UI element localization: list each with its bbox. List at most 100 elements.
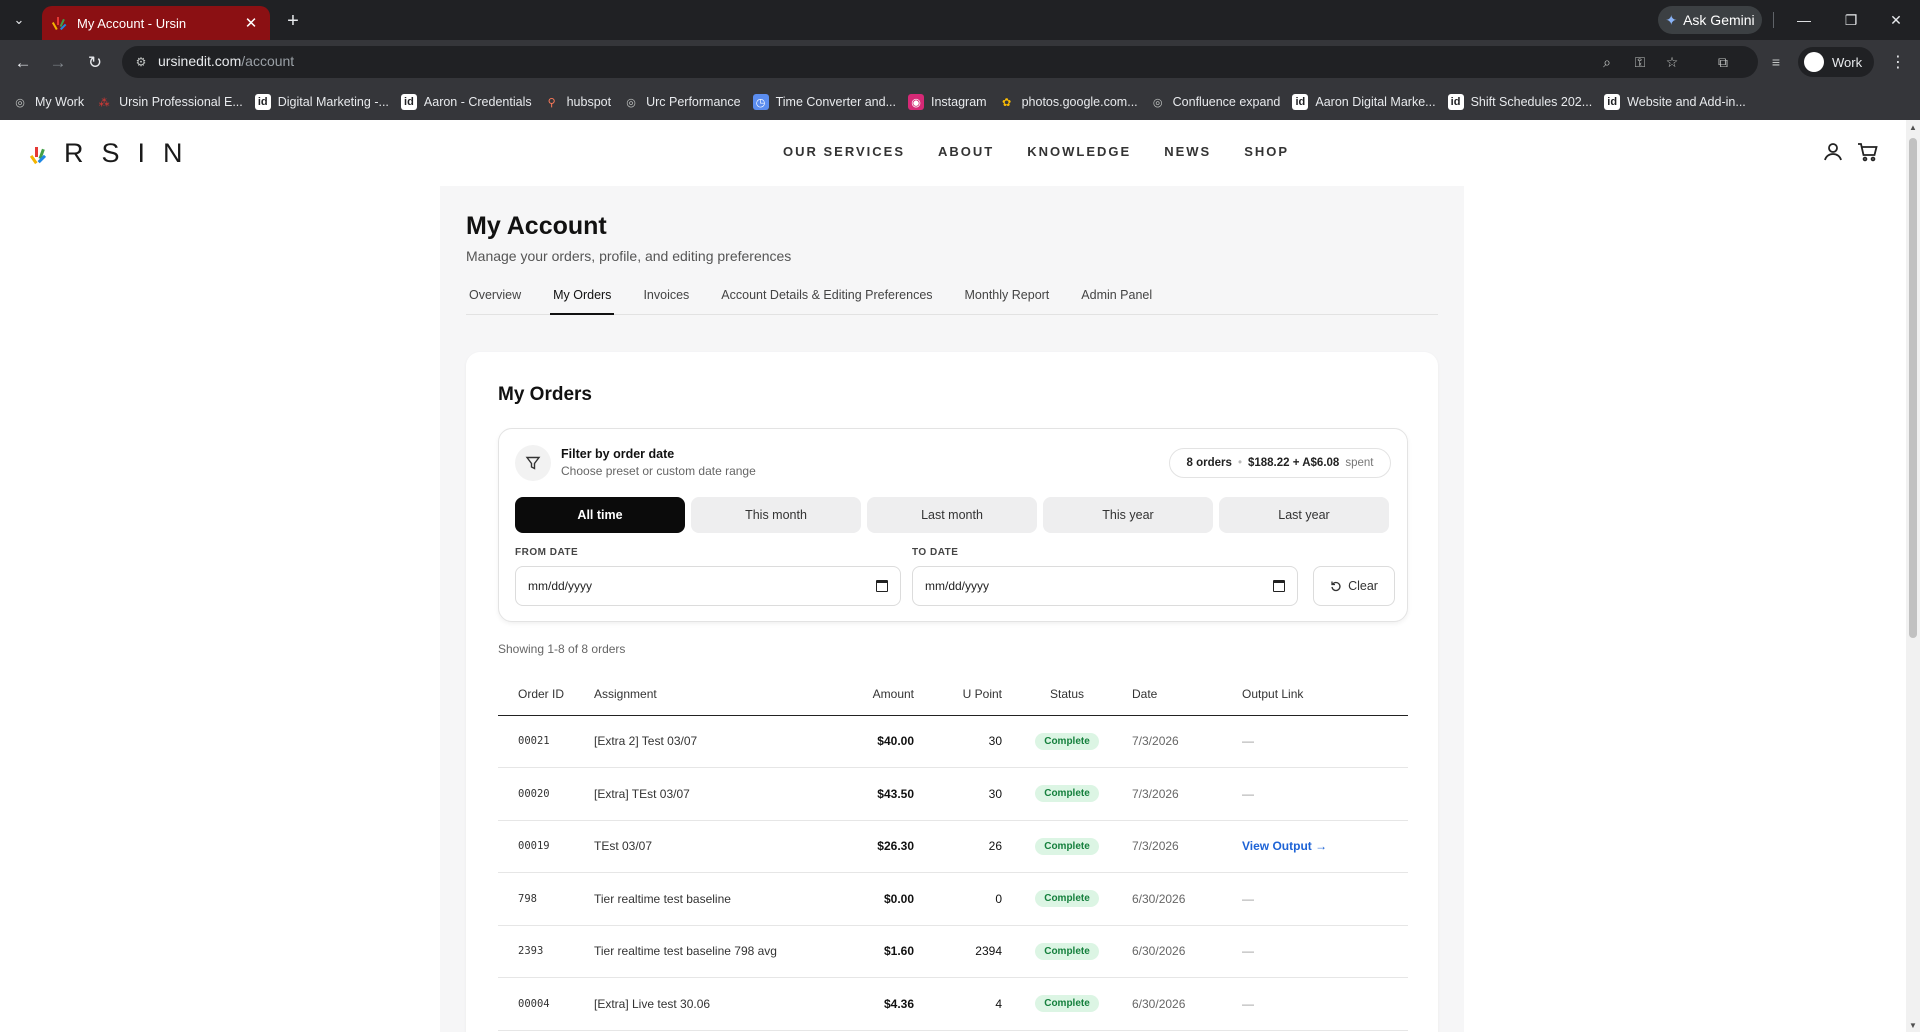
to-date-value: mm/dd/yyyy: [925, 579, 990, 593]
minimize-icon[interactable]: —: [1791, 8, 1817, 32]
bookmark-star-icon[interactable]: ☆: [1661, 51, 1683, 73]
order-amount: $1.60: [824, 925, 914, 978]
calendar-icon[interactable]: [1273, 580, 1285, 592]
nav-our-services[interactable]: OUR SERVICES: [783, 144, 905, 159]
site-logo[interactable]: RSIN: [28, 138, 201, 169]
reload-icon[interactable]: ↻: [82, 50, 108, 76]
preset-all-time[interactable]: All time: [515, 497, 685, 533]
bookmark-item[interactable]: id Aaron Digital Marke...: [1292, 89, 1447, 115]
zoom-icon[interactable]: ⌕: [1596, 51, 1618, 73]
order-u-point: 4: [914, 977, 1002, 1031]
calendar-icon[interactable]: [876, 580, 888, 592]
nav-news[interactable]: NEWS: [1164, 144, 1211, 159]
tab-close-icon[interactable]: ✕: [242, 14, 260, 32]
user-account-icon[interactable]: [1821, 140, 1845, 164]
media-queue-icon[interactable]: ≡: [1765, 51, 1787, 73]
view-output-link[interactable]: View Output →: [1242, 839, 1327, 853]
bookmark-item[interactable]: id Shift Schedules 202...: [1447, 89, 1605, 115]
password-key-icon[interactable]: ⚿: [1629, 51, 1651, 73]
order-id: 00019: [498, 820, 594, 873]
doc-icon: id: [1604, 94, 1621, 110]
bookmark-label: Digital Marketing -...: [277, 95, 389, 109]
order-output-cell: View Output →: [1242, 820, 1408, 873]
summary-suffix: spent: [1345, 457, 1374, 469]
bookmark-label: photos.google.com...: [1021, 95, 1138, 109]
bookmark-item[interactable]: ◉ Instagram: [908, 89, 999, 115]
restore-icon[interactable]: ❐: [1838, 8, 1864, 32]
address-bar[interactable]: [122, 46, 1758, 78]
preset-last-month[interactable]: Last month: [867, 497, 1037, 533]
window-close-icon[interactable]: ✕: [1883, 8, 1909, 32]
browser-menu-icon[interactable]: ⋮: [1886, 50, 1910, 74]
bookmark-item[interactable]: ✿ photos.google.com...: [999, 89, 1150, 115]
tab-search-chevron-icon[interactable]: ⌄: [6, 7, 32, 33]
profile-label: Work: [1832, 54, 1863, 70]
table-row: 00004 [Extra] Live test 30.06 $4.36 4 Co…: [498, 977, 1408, 1031]
tab-admin-panel[interactable]: Admin Panel: [1078, 282, 1155, 315]
forward-arrow-icon[interactable]: →: [45, 50, 71, 76]
order-assignment: Tier realtime test baseline 798 avg: [594, 925, 824, 978]
order-assignment: [Extra 2] Test 03/07: [594, 715, 824, 768]
tab-monthly-report[interactable]: Monthly Report: [962, 282, 1053, 315]
bookmark-label: Aaron - Credentials: [423, 95, 532, 109]
order-id: 798: [498, 872, 594, 926]
output-empty: —: [1242, 996, 1254, 1011]
bookmark-item[interactable]: id Website and Add-in...: [1604, 89, 1758, 115]
tab-my-orders[interactable]: My Orders: [550, 282, 615, 315]
to-date-input[interactable]: mm/dd/yyyy: [912, 566, 1298, 606]
col-output-link: Output Link: [1242, 673, 1408, 716]
bookmark-item[interactable]: id Digital Marketing -...: [254, 89, 401, 115]
bookmark-item[interactable]: ◎ My Work: [12, 89, 96, 115]
tab-overview[interactable]: Overview: [466, 282, 524, 315]
browser-tab-active[interactable]: My Account - Ursin ✕: [42, 6, 270, 40]
nav-knowledge[interactable]: KNOWLEDGE: [1027, 144, 1131, 159]
new-tab-button[interactable]: +: [280, 8, 306, 34]
bookmarks-bar: ◎ My Work ⁂ Ursin Professional E... id Digi…: [0, 84, 1920, 120]
bookmark-item[interactable]: ⚲ hubspot: [544, 89, 623, 115]
date-presets: All time This month Last month This year…: [515, 497, 1389, 533]
scroll-up-arrow-icon[interactable]: ▲: [1906, 120, 1920, 134]
cart-icon[interactable]: [1856, 140, 1880, 164]
order-u-point: 30: [914, 767, 1002, 821]
scrollbar-thumb[interactable]: [1909, 138, 1917, 638]
bookmark-item[interactable]: ◎ Confluence expand: [1150, 89, 1293, 115]
tab-invoices[interactable]: Invoices: [640, 282, 692, 315]
table-row: 2393 Tier realtime test baseline 798 avg…: [498, 925, 1408, 978]
bookmark-label: Time Converter and...: [775, 95, 896, 109]
globe-icon: ◎: [15, 96, 25, 109]
nav-about[interactable]: ABOUT: [938, 144, 994, 159]
site-info-icon[interactable]: ⚙: [132, 53, 150, 71]
back-arrow-icon[interactable]: ←: [10, 50, 36, 76]
preset-this-month[interactable]: This month: [691, 497, 861, 533]
gemini-spark-icon: ✦: [1665, 11, 1678, 28]
col-order-id: Order ID: [498, 673, 594, 716]
address-url[interactable]: ursinedit.com/account: [158, 53, 294, 69]
tab-account-details[interactable]: Account Details & Editing Preferences: [718, 282, 935, 315]
results-count: Showing 1-8 of 8 orders: [498, 642, 626, 656]
preset-last-year[interactable]: Last year: [1219, 497, 1389, 533]
preset-this-year[interactable]: This year: [1043, 497, 1213, 533]
ask-gemini-label: Ask Gemini: [1683, 12, 1755, 28]
extensions-icon[interactable]: ⧉: [1712, 51, 1734, 73]
bookmark-item[interactable]: ⁂ Ursin Professional E...: [96, 89, 255, 115]
ursin-logo-icon: [29, 146, 47, 164]
ask-gemini-button[interactable]: ✦ Ask Gemini: [1658, 6, 1762, 34]
nav-shop[interactable]: SHOP: [1244, 144, 1289, 159]
bookmark-item[interactable]: ◷ Time Converter and...: [752, 89, 908, 115]
from-date-label: FROM DATE: [515, 547, 579, 558]
order-date: 6/30/2026: [1132, 925, 1242, 978]
page-title: My Account: [466, 212, 607, 240]
bookmark-item[interactable]: id Aaron - Credentials: [400, 89, 544, 115]
col-assignment: Assignment: [594, 673, 824, 716]
filter-label: Filter by order date: [561, 447, 675, 461]
from-date-input[interactable]: mm/dd/yyyy: [515, 566, 901, 606]
bookmark-label: hubspot: [566, 95, 612, 109]
bookmark-item[interactable]: ◎ Urc Performance: [623, 89, 752, 115]
profile-button[interactable]: Work: [1798, 47, 1874, 77]
tab-title: My Account - Ursin: [77, 15, 187, 31]
clear-button[interactable]: Clear: [1313, 566, 1395, 606]
filter-funnel-icon: [515, 445, 551, 481]
order-amount: $4.36: [824, 977, 914, 1031]
ursin-icon: ⁂: [98, 96, 110, 109]
scroll-down-arrow-icon[interactable]: ▼: [1906, 1018, 1920, 1032]
